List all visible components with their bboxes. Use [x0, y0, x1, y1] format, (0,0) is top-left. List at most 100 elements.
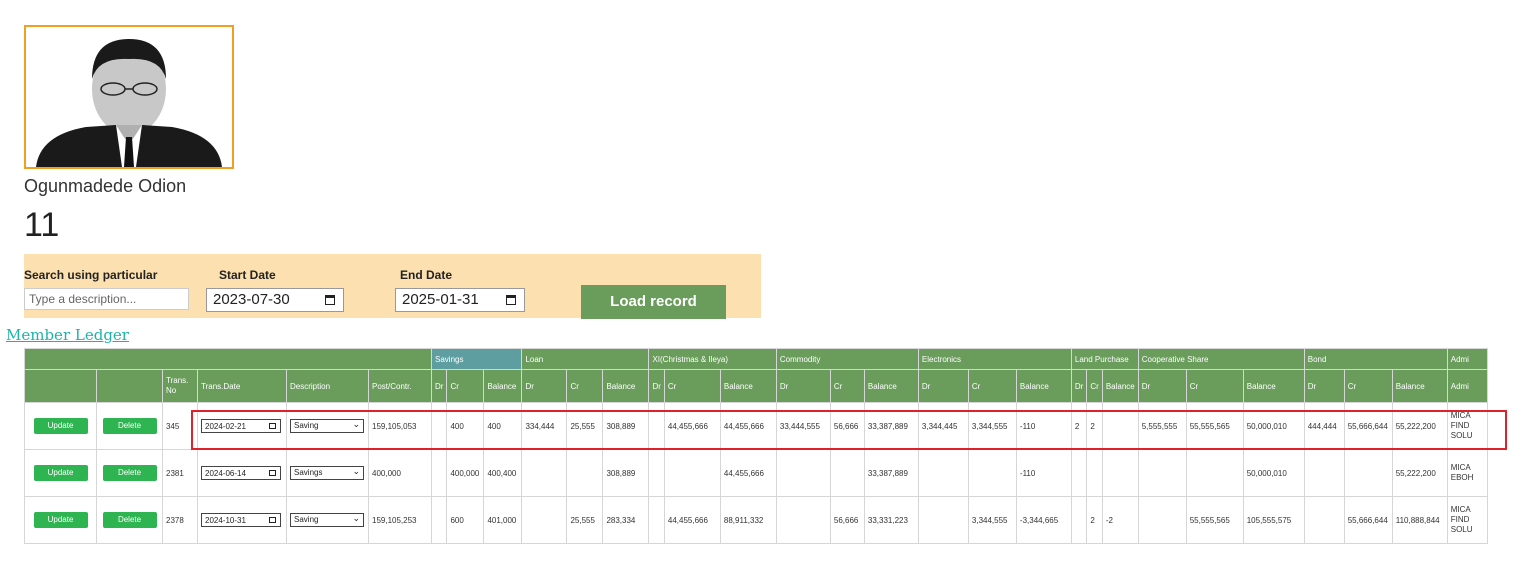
start-date-value: 2023-07-30 — [213, 291, 290, 308]
table-row: Update Delete 2381 2024-06-14 Savings ⌄ 4… — [24, 449, 1488, 497]
group-header-commodity: Commodity — [775, 348, 919, 370]
cell-trans-no: 345 — [162, 402, 198, 450]
cell-land-balance: -2 — [1101, 496, 1139, 544]
update-button[interactable]: Update — [33, 512, 88, 528]
update-button[interactable]: Update — [33, 465, 88, 481]
cell-electronics-cr: 3,344,555 — [967, 496, 1017, 544]
cell-land-cr — [1086, 449, 1103, 497]
header-balance: Balance — [1242, 369, 1305, 403]
trans-date-input[interactable]: 2024-06-14 — [201, 466, 281, 480]
load-record-button[interactable]: Load record — [581, 285, 726, 319]
header-balance: Balance — [863, 369, 919, 403]
cell-bond-balance: 55,222,200 — [1391, 402, 1448, 450]
calendar-icon[interactable] — [269, 470, 276, 476]
member-avatar-icon — [36, 39, 222, 167]
header-dr: Dr — [1137, 369, 1187, 403]
header-balance: Balance — [1101, 369, 1139, 403]
cell-electronics-cr: 3,344,555 — [967, 402, 1017, 450]
member-avatar — [24, 25, 234, 169]
description-select[interactable]: Savings ⌄ — [290, 466, 364, 480]
cell-savings-dr — [430, 449, 448, 497]
header-cr: Cr — [446, 369, 485, 403]
cell-bond-dr — [1303, 496, 1345, 544]
trans-date-input[interactable]: 2024-02-21 — [201, 419, 281, 433]
end-date-label: End Date — [400, 268, 453, 282]
cell-xi-balance: 44,455,666 — [719, 402, 777, 450]
cell-commodity-cr — [829, 449, 865, 497]
header-admin: Admi — [1446, 369, 1488, 403]
cell-savings-balance: 401,000 — [483, 496, 523, 544]
cell-land-cr: 2 — [1086, 402, 1103, 450]
member-ledger-link[interactable]: Member Ledger — [6, 326, 129, 344]
chevron-down-icon: ⌄ — [352, 419, 360, 429]
header-trans-no: Trans. No — [162, 369, 198, 403]
cell-electronics-cr — [967, 449, 1017, 497]
cell-loan-balance: 308,889 — [602, 402, 650, 450]
header-balance: Balance — [1391, 369, 1448, 403]
cell-land-dr — [1070, 449, 1088, 497]
header-dr: Dr — [1303, 369, 1345, 403]
calendar-icon[interactable] — [269, 423, 276, 429]
description-select[interactable]: Saving ⌄ — [290, 513, 364, 527]
cell-xi-balance: 88,911,332 — [719, 496, 777, 544]
cell-bond-dr: 444,444 — [1303, 402, 1345, 450]
cell-coop-balance: 50,000,010 — [1242, 402, 1305, 450]
end-date-value: 2025-01-31 — [402, 291, 479, 308]
cell-savings-balance: 400 — [483, 402, 523, 450]
cell-land-cr: 2 — [1086, 496, 1103, 544]
cell-loan-cr — [566, 449, 604, 497]
cell-electronics-balance: -3,344,665 — [1015, 496, 1072, 544]
cell-coop-balance: 50,000,010 — [1242, 449, 1305, 497]
cell-commodity-balance: 33,387,889 — [863, 402, 919, 450]
cell-xi-cr: 44,455,666 — [663, 496, 721, 544]
filter-panel: Search using particular Start Date 2023-… — [24, 254, 761, 319]
column-header-row: Trans. No Trans.Date Description Post/Co… — [24, 369, 1488, 403]
delete-button[interactable]: Delete — [102, 418, 157, 434]
ledger-table: Savings Loan XI(Christmas & Ileya) Commo… — [24, 348, 1488, 544]
table-row: Update Delete 2378 2024-10-31 Saving ⌄ 15… — [24, 496, 1488, 544]
calendar-icon[interactable] — [269, 517, 276, 523]
header-cr: Cr — [1086, 369, 1103, 403]
cell-bond-balance: 110,888,844 — [1391, 496, 1448, 544]
cell-commodity-balance: 33,331,223 — [863, 496, 919, 544]
header-blank — [24, 348, 432, 370]
cell-coop-dr: 5,555,555 — [1137, 402, 1187, 450]
group-header-loan: Loan — [521, 348, 650, 370]
cell-savings-dr — [430, 496, 448, 544]
header-description: Description — [286, 369, 369, 403]
chevron-down-icon: ⌄ — [352, 513, 360, 523]
delete-button[interactable]: Delete — [102, 465, 157, 481]
end-date-field[interactable]: 2025-01-31 — [395, 288, 525, 312]
trans-date-input[interactable]: 2024-10-31 — [201, 513, 281, 527]
cell-xi-dr — [648, 449, 665, 497]
cell-loan-dr: 334,444 — [521, 402, 568, 450]
cell-commodity-dr — [775, 449, 831, 497]
header-blank — [24, 369, 97, 403]
group-header-row: Savings Loan XI(Christmas & Ileya) Commo… — [24, 348, 1488, 370]
cell-loan-balance: 308,889 — [602, 449, 650, 497]
table-row: Update Delete 345 2024-02-21 Saving ⌄ 159… — [24, 402, 1488, 450]
group-header-bond: Bond — [1303, 348, 1448, 370]
calendar-icon[interactable] — [325, 295, 335, 305]
cell-savings-cr: 400,000 — [446, 449, 485, 497]
header-post-contr: Post/Contr. — [368, 369, 432, 403]
cell-loan-cr: 25,555 — [566, 496, 604, 544]
description-select[interactable]: Saving ⌄ — [290, 419, 364, 433]
header-cr: Cr — [967, 369, 1017, 403]
cell-electronics-dr — [917, 496, 969, 544]
cell-loan-dr — [521, 449, 568, 497]
cell-bond-cr: 55,666,644 — [1343, 402, 1393, 450]
delete-button[interactable]: Delete — [102, 512, 157, 528]
header-trans-date: Trans.Date — [197, 369, 287, 403]
trans-date-value: 2024-06-14 — [205, 469, 246, 478]
header-balance: Balance — [483, 369, 523, 403]
start-date-field[interactable]: 2023-07-30 — [206, 288, 344, 312]
search-input[interactable] — [24, 288, 189, 310]
update-button[interactable]: Update — [33, 418, 88, 434]
description-value: Savings — [294, 468, 323, 477]
cell-bond-dr — [1303, 449, 1345, 497]
cell-electronics-dr: 3,344,445 — [917, 402, 969, 450]
cell-post: 159,105,053 — [368, 402, 432, 450]
calendar-icon[interactable] — [506, 295, 516, 305]
cell-trans-no: 2378 — [162, 496, 198, 544]
